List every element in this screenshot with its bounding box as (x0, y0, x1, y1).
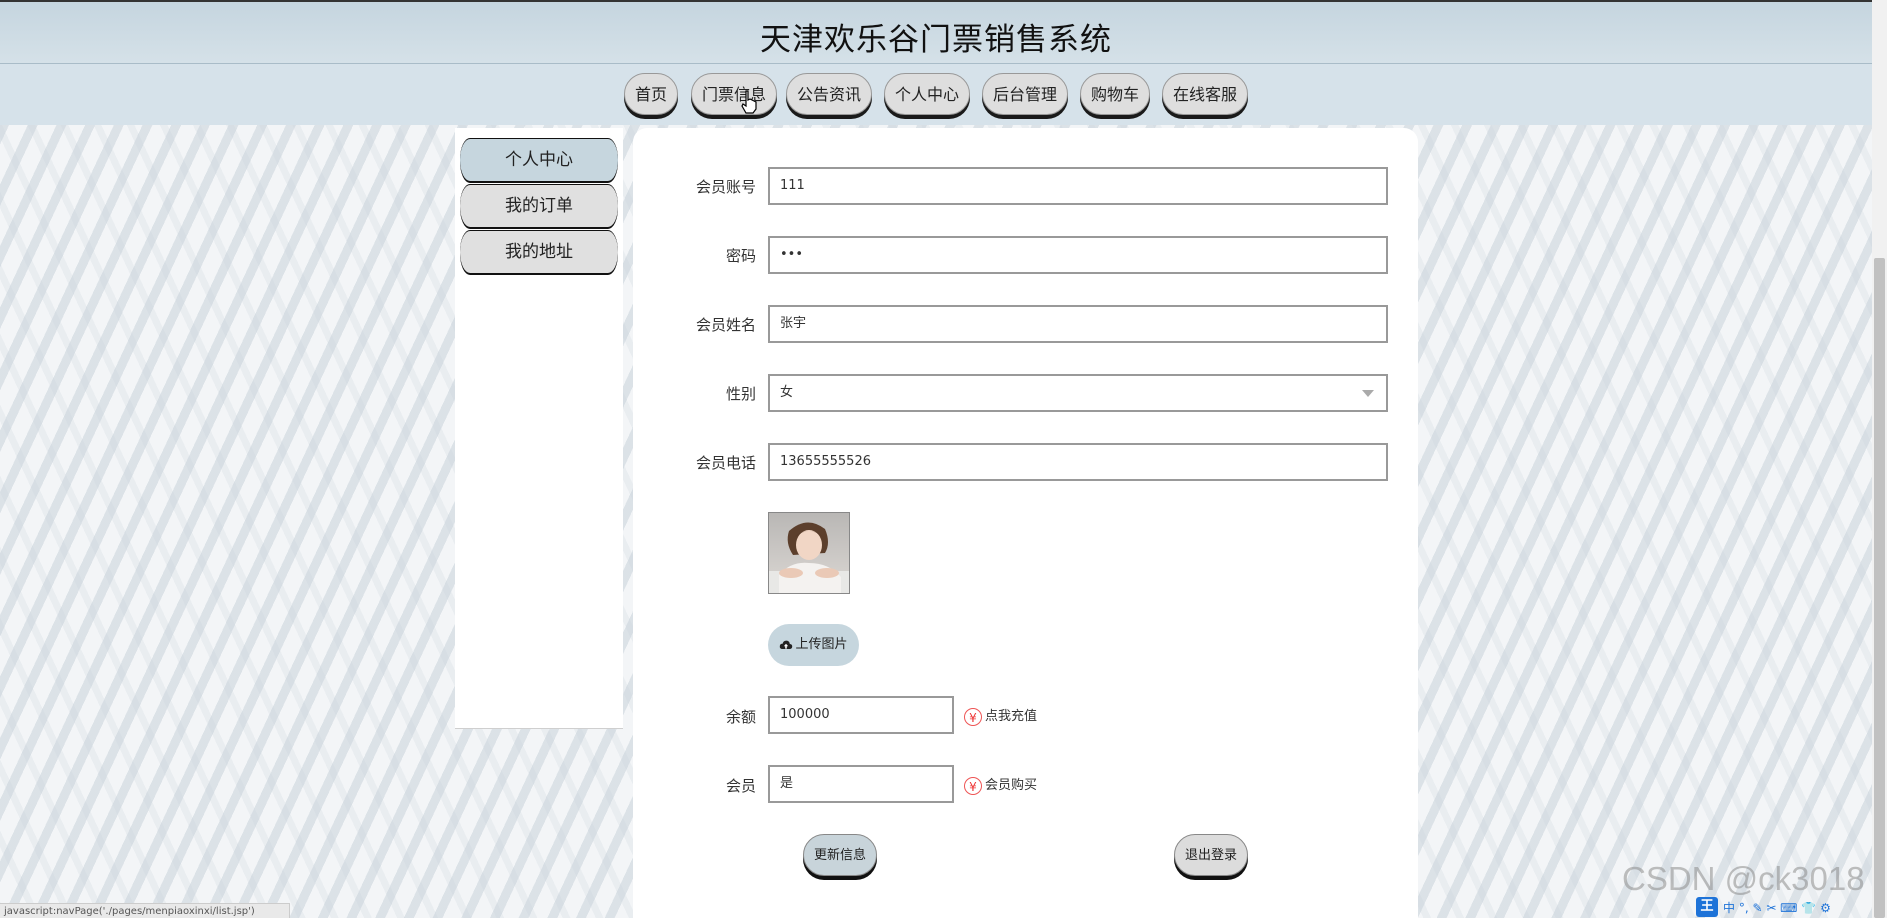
yen-icon: ¥ (964, 707, 982, 726)
top-nav: 首页 门票信息 公告资讯 个人中心 后台管理 购物车 在线客服 (0, 64, 1872, 125)
app-header: 天津欢乐谷门票销售系统 (0, 0, 1872, 64)
avatar (768, 512, 850, 594)
member-input[interactable]: 是 (768, 765, 954, 803)
phone-input[interactable]: 13655555526 (768, 443, 1388, 481)
nav-item-news[interactable]: 公告资讯 (786, 73, 872, 115)
recharge-link[interactable]: ¥ 点我充值 (964, 705, 1037, 726)
sidebar-item-my-orders[interactable]: 我的订单 (460, 185, 618, 227)
nav-item-home[interactable]: 首页 (624, 73, 678, 115)
watermark: CSDN @ck3018 (1622, 860, 1865, 897)
name-input[interactable]: 张宇 (768, 305, 1388, 343)
balance-input[interactable]: 100000 (768, 696, 954, 734)
phone-label: 会员电话 (695, 454, 756, 472)
avatar-portrait-icon (769, 513, 849, 593)
sidebar-item-my-address[interactable]: 我的地址 (460, 231, 618, 273)
balance-label: 余额 (725, 708, 756, 726)
member-label: 会员 (725, 777, 756, 795)
nav-item-customer-service[interactable]: 在线客服 (1162, 73, 1248, 115)
buy-membership-link[interactable]: ¥ 会员购买 (964, 774, 1037, 795)
update-info-button[interactable]: 更新信息 (803, 834, 877, 876)
nav-item-cart[interactable]: 购物车 (1080, 73, 1150, 115)
password-label: 密码 (725, 247, 756, 265)
ime-logo-icon[interactable]: 王 (1696, 897, 1718, 917)
sidebar: 个人中心 我的订单 我的地址 (455, 128, 623, 729)
logout-button[interactable]: 退出登录 (1174, 834, 1248, 876)
gender-label: 性别 (725, 385, 756, 403)
nav-item-personal-center[interactable]: 个人中心 (884, 73, 970, 115)
name-label: 会员姓名 (695, 316, 756, 334)
account-label: 会员账号 (695, 178, 756, 196)
gender-select[interactable]: 女 (768, 374, 1388, 412)
hand-cursor-icon (741, 90, 757, 114)
chevron-down-icon (1362, 390, 1374, 397)
ime-toolbar[interactable]: 王 中 °, ✎ ✂ ⌨ 👕 ⚙ (1696, 897, 1831, 917)
recharge-link-label: 点我充值 (985, 709, 1038, 724)
browser-status-bar: javascript:navPage('./pages/menpiaoxinxi… (0, 903, 290, 918)
upload-image-button[interactable]: 上传图片 (768, 624, 859, 666)
ime-symbols[interactable]: 中 °, ✎ ✂ ⌨ 👕 ⚙ (1723, 899, 1831, 916)
yen-icon: ¥ (964, 776, 982, 795)
account-input[interactable]: 111 (768, 167, 1388, 205)
page-title: 天津欢乐谷门票销售系统 (760, 22, 1112, 58)
upload-image-label: 上传图片 (795, 637, 848, 652)
sidebar-item-personal-center[interactable]: 个人中心 (460, 139, 618, 181)
buy-membership-link-label: 会员购买 (985, 778, 1038, 793)
page-scrollbar-thumb[interactable] (1874, 258, 1885, 918)
nav-item-admin[interactable]: 后台管理 (982, 73, 1068, 115)
nav-item-tickets[interactable]: 门票信息 (691, 73, 777, 115)
gender-selected-value: 女 (780, 385, 794, 400)
cloud-upload-icon (780, 640, 793, 649)
password-input[interactable]: ••• (768, 236, 1388, 274)
